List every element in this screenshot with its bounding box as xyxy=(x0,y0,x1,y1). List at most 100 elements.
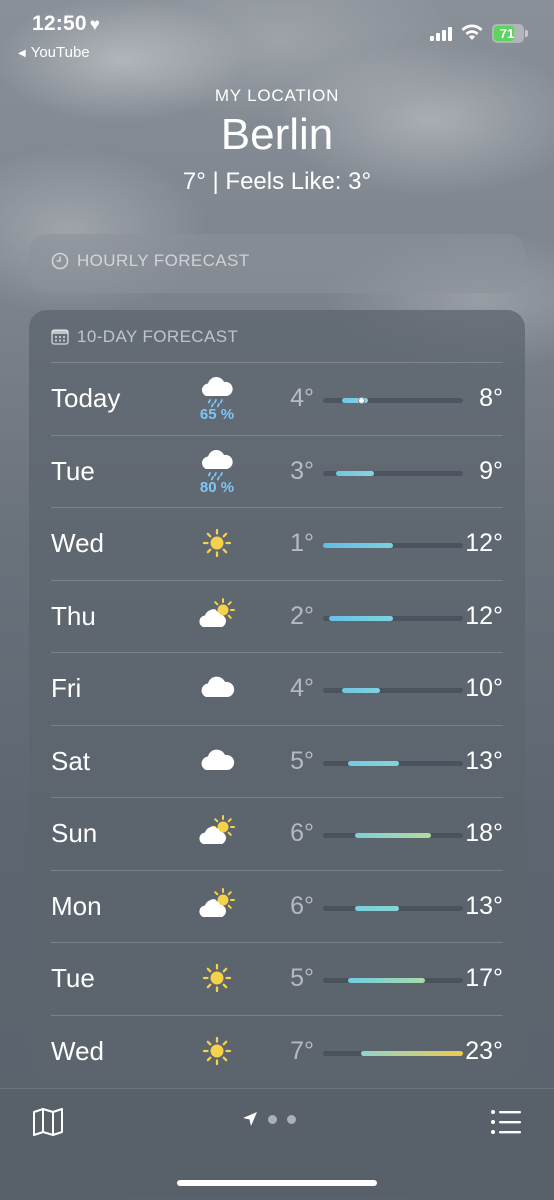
hourly-forecast-header: HOURLY FORECAST xyxy=(51,251,250,271)
forecast-row[interactable]: Tue 80 % 3° 9° xyxy=(51,434,503,508)
battery-level: 71 xyxy=(499,26,515,41)
temperature-range-bar xyxy=(323,543,463,548)
back-to-app-link[interactable]: ◀ YouTube xyxy=(18,44,90,61)
hourly-forecast-card[interactable]: HOURLY FORECAST xyxy=(29,234,525,293)
map-icon[interactable] xyxy=(32,1107,64,1137)
temperature-range-fill xyxy=(348,978,425,983)
partly-cloudy-icon xyxy=(199,597,235,627)
high-temperature: 18° xyxy=(465,819,503,847)
high-temperature: 12° xyxy=(465,601,503,630)
temperature-range-bar xyxy=(323,470,463,476)
high-temperature: 10° xyxy=(465,674,503,702)
page-dot xyxy=(287,1114,296,1124)
forecast-row[interactable]: Mon 6° 13° xyxy=(51,869,503,943)
partly-cloudy-icon xyxy=(199,815,235,844)
cloud-icon xyxy=(201,749,235,770)
cloud-icon xyxy=(201,676,235,697)
low-temperature: 7° xyxy=(290,1036,314,1065)
forecast-row[interactable]: Tue 5° 17° xyxy=(51,942,503,1015)
low-temperature: 2° xyxy=(290,601,314,630)
forecast-day: Tue xyxy=(51,963,95,993)
sun-icon xyxy=(202,1036,232,1065)
high-temperature: 8° xyxy=(479,384,503,412)
forecast-row[interactable]: Sun 6° 18° xyxy=(51,797,503,870)
battery-icon: 71 xyxy=(492,24,528,43)
back-triangle-icon: ◀ xyxy=(18,48,26,59)
forecast-day: Mon xyxy=(51,890,102,921)
temperature-range-fill xyxy=(361,1050,463,1056)
heart-icon: ♥ xyxy=(89,15,101,34)
temperature-range-bar xyxy=(323,397,463,404)
forecast-row[interactable]: Fri 4° 10° xyxy=(51,652,503,725)
status-bar: 12:50 ♥ ◀ YouTube 71 xyxy=(0,0,554,70)
forecast-row[interactable]: Wed 1° 12° xyxy=(51,507,503,580)
forecast-row[interactable]: Sat 5° 13° xyxy=(51,724,503,798)
sun-icon xyxy=(202,528,232,558)
forecast-day: Wed xyxy=(51,528,104,558)
forecast-day: Sat xyxy=(51,745,91,776)
low-temperature: 4° xyxy=(290,384,314,412)
forecast-row[interactable]: Wed 7° 23° xyxy=(51,1014,503,1088)
city-name: Berlin xyxy=(220,110,334,159)
temperature-range-fill xyxy=(335,470,374,476)
calendar-icon xyxy=(51,329,69,345)
current-temperature: 7° | Feels Like: 3° xyxy=(182,168,372,195)
page-indicator[interactable] xyxy=(242,1111,296,1127)
back-app-label: YouTube xyxy=(30,44,90,61)
high-temperature: 13° xyxy=(465,891,503,920)
low-temperature: 6° xyxy=(290,891,314,920)
location-label: MY LOCATION xyxy=(214,86,340,105)
clock-time: 12:50 xyxy=(32,12,87,35)
low-temperature: 5° xyxy=(290,746,314,775)
precipitation-chance: 65 % xyxy=(199,406,235,423)
battery-nub xyxy=(525,30,528,37)
temperature-range-fill xyxy=(329,615,393,621)
temperature-range-bar xyxy=(323,760,463,766)
temperature-range-bar xyxy=(323,1050,463,1056)
temperature-range-bar xyxy=(323,615,463,621)
forecast-day: Tue xyxy=(51,455,95,486)
page-dot xyxy=(268,1114,277,1124)
forecast-rows: Today 65 % 4° 8° Tue 80 % 3° 9° Wed 1° 1… xyxy=(51,362,503,1087)
clock-icon xyxy=(51,252,69,270)
forecast-day: Fri xyxy=(51,673,82,703)
temperature-range-fill xyxy=(348,760,400,766)
high-temperature: 23° xyxy=(465,1036,503,1065)
temperature-range-fill xyxy=(323,543,393,548)
temperature-range-bar xyxy=(323,978,463,983)
temperature-range-fill xyxy=(354,905,400,911)
wifi-icon xyxy=(461,24,483,40)
low-temperature: 6° xyxy=(290,819,314,847)
cellular-signal-icon xyxy=(430,27,452,41)
temperature-range-fill xyxy=(342,688,381,693)
forecast-day: Sun xyxy=(51,818,98,848)
temperature-range-bar xyxy=(323,688,463,693)
status-time: 12:50 ♥ xyxy=(32,12,100,36)
high-temperature: 9° xyxy=(479,456,503,485)
high-temperature: 17° xyxy=(465,964,503,992)
temperature-range-bar xyxy=(323,905,463,911)
forecast-day: Thu xyxy=(51,600,96,631)
low-temperature: 1° xyxy=(290,529,314,557)
forecast-row[interactable]: Thu 2° 12° xyxy=(51,579,503,653)
ten-day-forecast-header: 10-DAY FORECAST xyxy=(51,327,238,347)
partly-cloudy-icon xyxy=(199,887,235,917)
sun-icon xyxy=(202,963,232,993)
home-indicator[interactable] xyxy=(177,1180,377,1186)
low-temperature: 3° xyxy=(290,456,314,485)
low-temperature: 4° xyxy=(290,674,314,702)
city-list-icon[interactable] xyxy=(490,1109,522,1135)
high-temperature: 13° xyxy=(465,746,503,775)
forecast-row[interactable]: Today 65 % 4° 8° xyxy=(51,362,503,435)
hourly-forecast-title: HOURLY FORECAST xyxy=(77,251,250,270)
forecast-day: Wed xyxy=(51,1035,104,1066)
temperature-range-fill xyxy=(354,833,432,838)
ten-day-forecast-title: 10-DAY FORECAST xyxy=(77,327,239,346)
precipitation-chance: 80 % xyxy=(199,478,235,496)
low-temperature: 5° xyxy=(290,964,314,992)
ten-day-forecast-card[interactable]: 10-DAY FORECAST Today 65 % 4° 8° Tue 80 … xyxy=(29,310,525,1077)
location-arrow-icon xyxy=(243,1112,257,1126)
temperature-range-bar xyxy=(323,833,463,838)
forecast-day: Today xyxy=(51,383,121,413)
current-temperature-dot xyxy=(357,397,365,404)
